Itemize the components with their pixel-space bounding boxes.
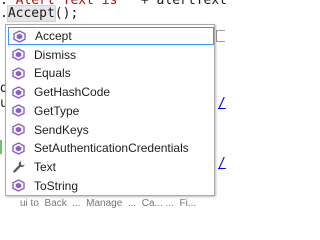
code-method-highlight: Accept bbox=[6, 5, 56, 22]
code-text: + alertText bbox=[133, 0, 227, 8]
method-icon bbox=[11, 85, 25, 99]
code-link-fragment: / bbox=[218, 96, 226, 111]
completion-item[interactable]: Dismiss bbox=[8, 46, 214, 64]
code-line-current[interactable]: .Accept(); bbox=[0, 5, 79, 22]
completion-item-label: Accept bbox=[35, 29, 72, 43]
completion-item-label: SetAuthenticationCredentials bbox=[34, 141, 189, 156]
method-icon bbox=[11, 104, 25, 118]
code-text: (); bbox=[54, 6, 79, 21]
completion-item[interactable]: GetHashCode bbox=[8, 83, 214, 101]
method-icon bbox=[11, 141, 25, 155]
code-text: . bbox=[0, 6, 8, 21]
completion-item-label: GetType bbox=[34, 103, 80, 118]
method-icon bbox=[12, 29, 26, 43]
wrench-property-icon bbox=[11, 160, 25, 174]
intellisense-popup[interactable]: Accept Dismiss Equals GetHashCode GetType Sen… bbox=[5, 24, 215, 196]
completion-item-label: Text bbox=[34, 159, 57, 174]
completion-item-label: Dismiss bbox=[34, 47, 76, 62]
completion-item-label: SendKeys bbox=[34, 122, 89, 137]
completion-item[interactable]: ToString bbox=[8, 177, 214, 195]
editor-box-fragment bbox=[216, 30, 225, 42]
method-icon bbox=[11, 123, 25, 137]
completion-item[interactable]: Accept bbox=[8, 27, 214, 45]
method-icon bbox=[11, 179, 25, 193]
completion-item[interactable]: SetAuthenticationCredentials bbox=[8, 139, 214, 157]
completion-item[interactable]: GetType bbox=[8, 102, 214, 120]
completion-item-label: Equals bbox=[34, 66, 71, 81]
method-icon bbox=[11, 66, 25, 80]
method-icon bbox=[11, 48, 25, 62]
completion-item[interactable]: Text bbox=[8, 158, 214, 176]
completion-item[interactable]: SendKeys bbox=[8, 121, 214, 139]
code-link-fragment: / bbox=[218, 156, 226, 171]
completion-item-label: GetHashCode bbox=[34, 85, 111, 100]
completion-item-label: ToString bbox=[34, 178, 79, 193]
status-text: ui to Back ... Manage ... Ca... ... Fi..… bbox=[20, 198, 197, 209]
completion-item[interactable]: Equals bbox=[8, 64, 214, 82]
change-margin-marker bbox=[0, 140, 2, 154]
